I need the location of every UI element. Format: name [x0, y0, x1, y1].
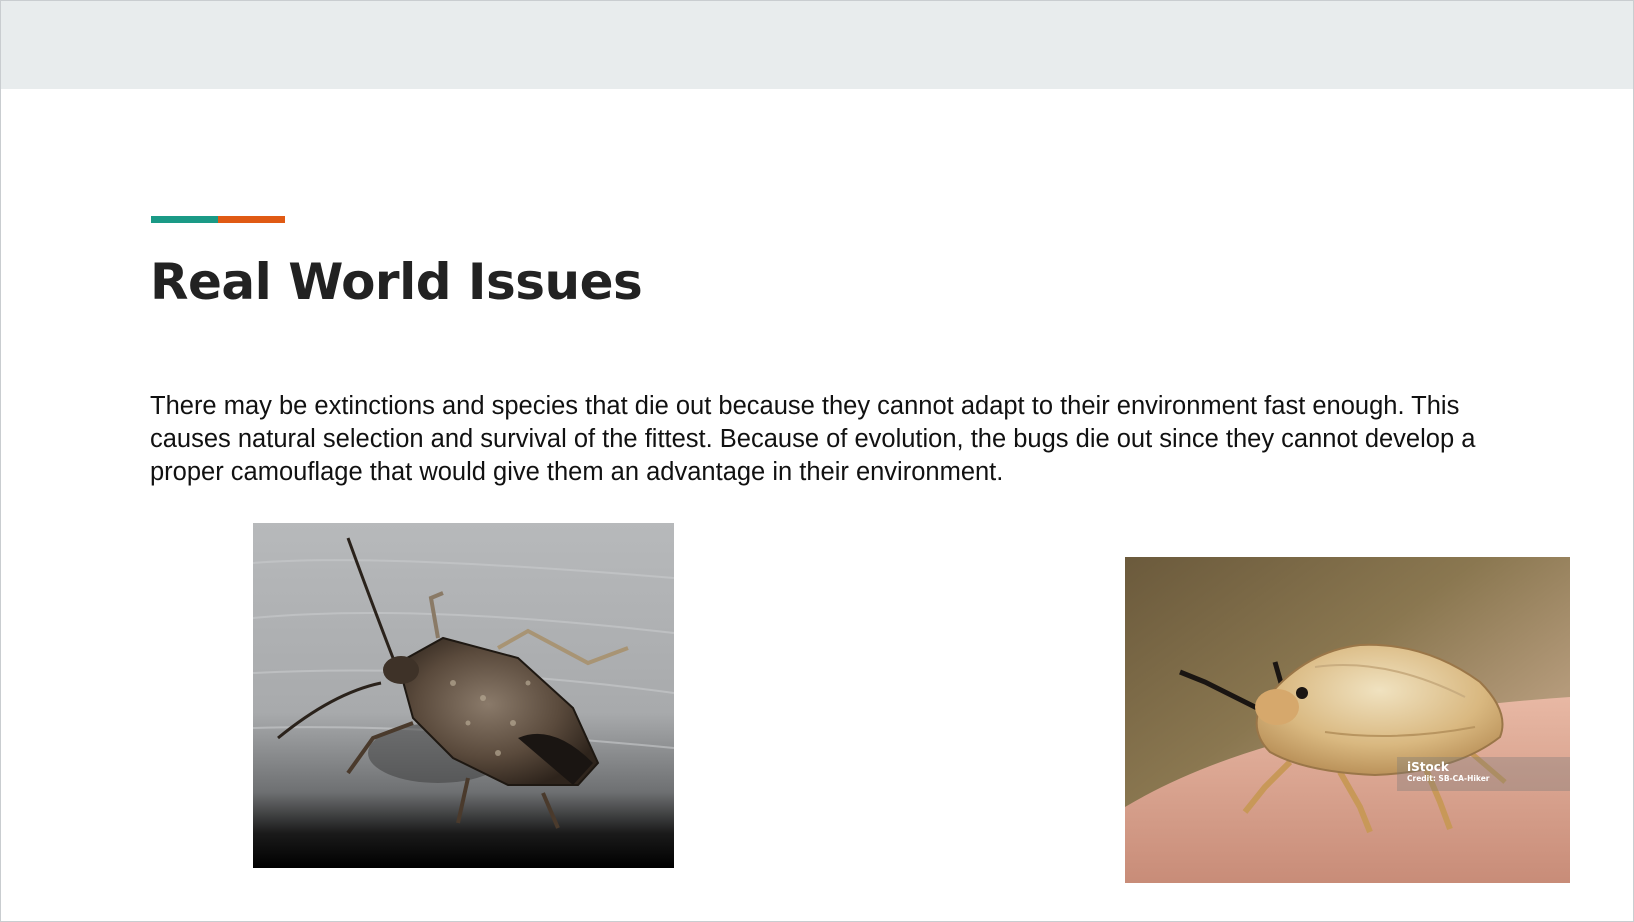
slide-body-text[interactable]: There may be extinctions and species tha…: [150, 390, 1510, 489]
slide-title[interactable]: Real World Issues: [150, 253, 643, 311]
shield-bug-photo[interactable]: iStock Credit: SB-CA-Hiker: [1125, 557, 1570, 883]
slide-canvas: Real World Issues There may be extinctio…: [0, 0, 1634, 922]
accent-orange-segment: [218, 216, 285, 223]
stink-bug-photo[interactable]: [253, 523, 674, 868]
slide-header-band: [1, 1, 1633, 89]
watermark-brand: iStock: [1407, 760, 1449, 774]
shield-bug-illustration: [1125, 557, 1570, 883]
accent-teal-segment: [151, 216, 218, 223]
title-accent-bar: [151, 216, 285, 223]
watermark-credit: Credit: SB-CA-Hiker: [1407, 774, 1490, 783]
stink-bug-illustration: [253, 523, 674, 868]
istock-watermark: iStock Credit: SB-CA-Hiker: [1397, 757, 1570, 791]
